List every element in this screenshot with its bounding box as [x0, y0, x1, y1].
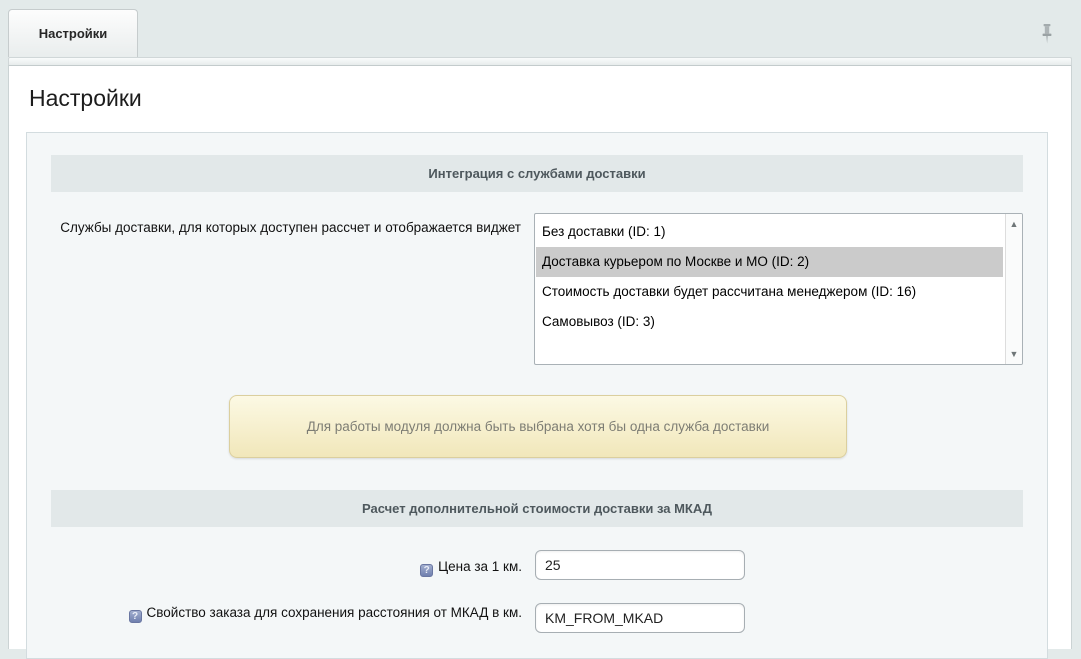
- list-item[interactable]: Без доставки (ID: 1): [536, 217, 1003, 247]
- tab-settings[interactable]: Настройки: [8, 9, 138, 57]
- pin-icon: [1040, 32, 1054, 49]
- warning-text: Для работы модуля должна быть выбрана хо…: [307, 419, 770, 434]
- price-per-km-label-wrap: ? Цена за 1 км.: [51, 550, 522, 577]
- settings-form-panel: Интеграция с службами доставки Службы до…: [26, 132, 1048, 659]
- section-title: Расчет дополнительной стоимости доставки…: [362, 501, 712, 516]
- help-icon[interactable]: ?: [129, 610, 142, 623]
- price-per-km-row: ? Цена за 1 км.: [51, 550, 1023, 580]
- listbox-scrollbar[interactable]: ▲ ▼: [1005, 214, 1022, 364]
- delivery-services-listbox[interactable]: Без доставки (ID: 1) Доставка курьером п…: [534, 213, 1023, 365]
- section-title: Интеграция с службами доставки: [428, 166, 645, 181]
- delivery-services-field: Без доставки (ID: 1) Доставка курьером п…: [534, 213, 1023, 365]
- order-property-label-wrap: ? Свойство заказа для сохранения расстоян…: [51, 603, 522, 623]
- settings-page: Настройки Интеграция с службами доставки…: [8, 66, 1072, 649]
- module-warning-message: Для работы модуля должна быть выбрана хо…: [229, 395, 847, 458]
- list-item-selected[interactable]: Доставка курьером по Москве и МО (ID: 2): [536, 247, 1003, 277]
- list-item[interactable]: Стоимость доставки будет рассчитана мене…: [536, 277, 1003, 307]
- help-icon[interactable]: ?: [420, 564, 433, 577]
- listbox-options: Без доставки (ID: 1) Доставка курьером п…: [536, 217, 1003, 337]
- tab-settings-label: Настройки: [39, 26, 108, 41]
- scroll-down-icon[interactable]: ▼: [1006, 346, 1022, 362]
- tab-bar: Настройки: [0, 0, 1081, 57]
- section-header-mkad: Расчет дополнительной стоимости доставки…: [51, 490, 1023, 527]
- pin-tab-button[interactable]: [1040, 23, 1054, 45]
- section-header-integration: Интеграция с службами доставки: [51, 155, 1023, 192]
- list-item[interactable]: Самовывоз (ID: 3): [536, 307, 1003, 337]
- price-per-km-label: Цена за 1 км.: [438, 559, 522, 574]
- order-property-input[interactable]: [535, 603, 745, 633]
- order-property-field: [535, 603, 745, 633]
- content-top-strip: [8, 57, 1072, 66]
- order-property-row: ? Свойство заказа для сохранения расстоян…: [51, 603, 1023, 633]
- scroll-up-icon[interactable]: ▲: [1006, 216, 1022, 232]
- page-title: Настройки: [29, 85, 1071, 112]
- delivery-services-row: Службы доставки, для которых доступен ра…: [51, 213, 1023, 365]
- price-per-km-field: [535, 550, 745, 580]
- order-property-label: Свойство заказа для сохранения расстояни…: [147, 605, 522, 620]
- price-per-km-input[interactable]: [535, 550, 745, 580]
- delivery-services-label: Службы доставки, для которых доступен ра…: [51, 213, 521, 237]
